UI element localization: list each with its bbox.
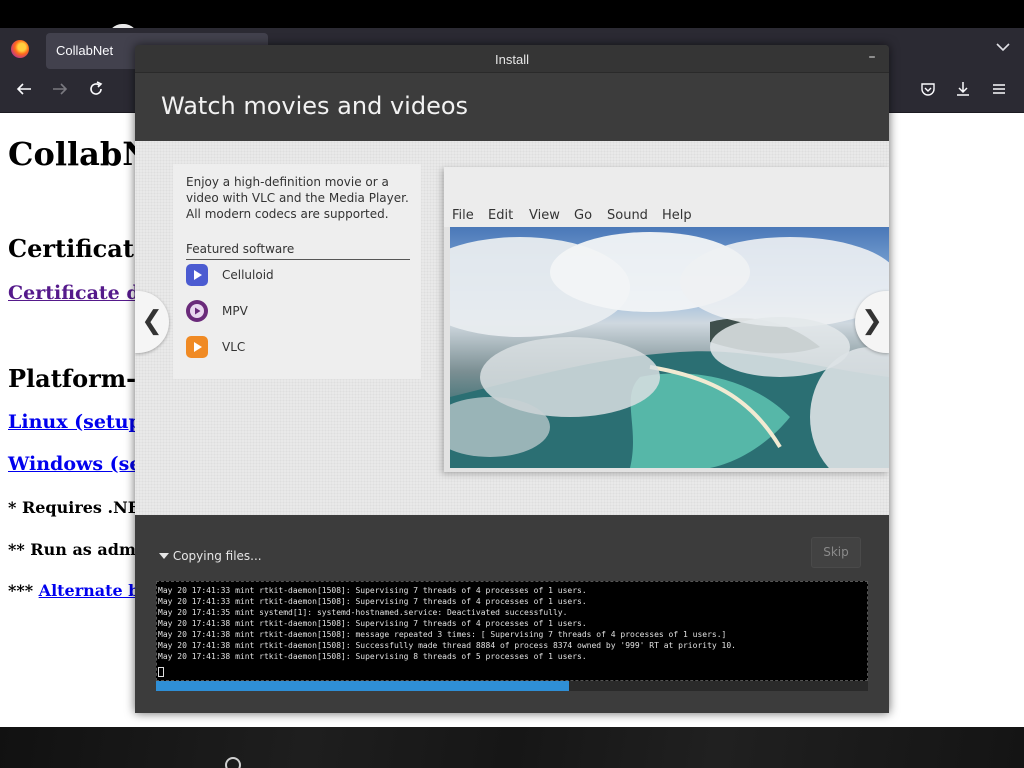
log-line: May 20 17:41:35 mint systemd[1]: systemd… [158, 608, 568, 617]
tab-title: CollabNet [56, 43, 114, 58]
note-requires: * Requires .NE [8, 498, 140, 517]
progress-fill [156, 681, 569, 691]
platform-heading: Platform- [8, 364, 137, 393]
certificate-heading: Certificat [8, 234, 134, 263]
note-run-as: ** Run as adm [8, 540, 136, 559]
install-dialog: Install – Watch movies and videos Enjoy … [135, 45, 889, 713]
progress-status[interactable]: Copying files... [159, 549, 262, 563]
log-line: May 20 17:41:38 mint rtkit-daemon[1508]:… [158, 619, 587, 628]
featured-divider [186, 259, 410, 260]
bottom-panel [0, 727, 1024, 768]
video-frame [450, 227, 889, 468]
software-name: MPV [222, 304, 248, 318]
note-alternate: *** Alternate b [8, 581, 140, 600]
alternate-link[interactable]: Alternate b [39, 581, 140, 600]
progress-bar [156, 681, 868, 691]
forward-arrow-icon[interactable] [48, 80, 72, 104]
menu-launcher-icon[interactable] [225, 757, 241, 768]
note-alternate-prefix: *** [8, 581, 39, 600]
software-name: VLC [222, 340, 246, 354]
certificate-link[interactable]: Certificate d [8, 282, 140, 304]
description-panel: Enjoy a high-definition movie or a video… [173, 164, 421, 379]
log-line: May 20 17:41:38 mint rtkit-daemon[1508]:… [158, 630, 727, 639]
download-icon[interactable] [951, 80, 975, 104]
install-log[interactable]: May 20 17:41:33 mint rtkit-daemon[1508]:… [156, 581, 868, 681]
software-item-mpv: MPV [186, 300, 406, 324]
log-line: May 20 17:41:33 mint rtkit-daemon[1508]:… [158, 586, 587, 595]
firefox-logo-icon [11, 40, 29, 58]
player-menu-edit: Edit [488, 208, 514, 223]
status-text: Copying files... [172, 549, 262, 563]
player-menu-view: View [529, 208, 560, 223]
page-title: CollabN [8, 135, 152, 173]
previous-slide-button[interactable]: ❮ [135, 291, 169, 353]
player-menubar: File Edit View Go Sound Help [444, 167, 889, 227]
linux-setup-link[interactable]: Linux (setup [8, 411, 142, 433]
mpv-icon [186, 300, 208, 322]
dialog-title: Install [495, 52, 529, 67]
expander-triangle-icon[interactable] [159, 552, 169, 560]
log-line: May 20 17:41:38 mint rtkit-daemon[1508]:… [158, 652, 587, 661]
reload-icon[interactable] [84, 80, 108, 104]
player-menu-help: Help [662, 208, 692, 223]
terminal-cursor [158, 667, 164, 677]
player-menu-sound: Sound [607, 208, 648, 223]
slide-description: Enjoy a high-definition movie or a video… [186, 175, 409, 221]
software-item-celluloid: Celluloid [186, 264, 406, 288]
player-menu-file: File [452, 208, 474, 223]
log-line: May 20 17:41:38 mint rtkit-daemon[1508]:… [158, 641, 736, 650]
celluloid-icon [186, 264, 208, 286]
minimize-button[interactable]: – [864, 49, 880, 67]
software-name: Celluloid [222, 268, 274, 282]
player-screenshot: File Edit View Go Sound Help [444, 167, 889, 472]
hamburger-menu-icon[interactable] [987, 80, 1011, 104]
pocket-icon[interactable] [916, 80, 940, 104]
back-arrow-icon[interactable] [12, 80, 36, 104]
player-menu-go: Go [574, 208, 593, 223]
chevron-down-icon[interactable] [996, 40, 1010, 56]
log-line: May 20 17:41:33 mint rtkit-daemon[1508]:… [158, 597, 587, 606]
dialog-titlebar[interactable]: Install – [135, 45, 889, 73]
featured-software-label: Featured software [186, 242, 295, 256]
slide-heading: Watch movies and videos [161, 92, 469, 120]
software-item-vlc: VLC [186, 336, 406, 360]
top-panel [0, 0, 1024, 28]
slideshow-panel: Enjoy a high-definition movie or a video… [135, 141, 889, 515]
vlc-icon [186, 336, 208, 358]
skip-button[interactable]: Skip [811, 537, 861, 568]
windows-setup-link[interactable]: Windows (se [8, 453, 141, 475]
